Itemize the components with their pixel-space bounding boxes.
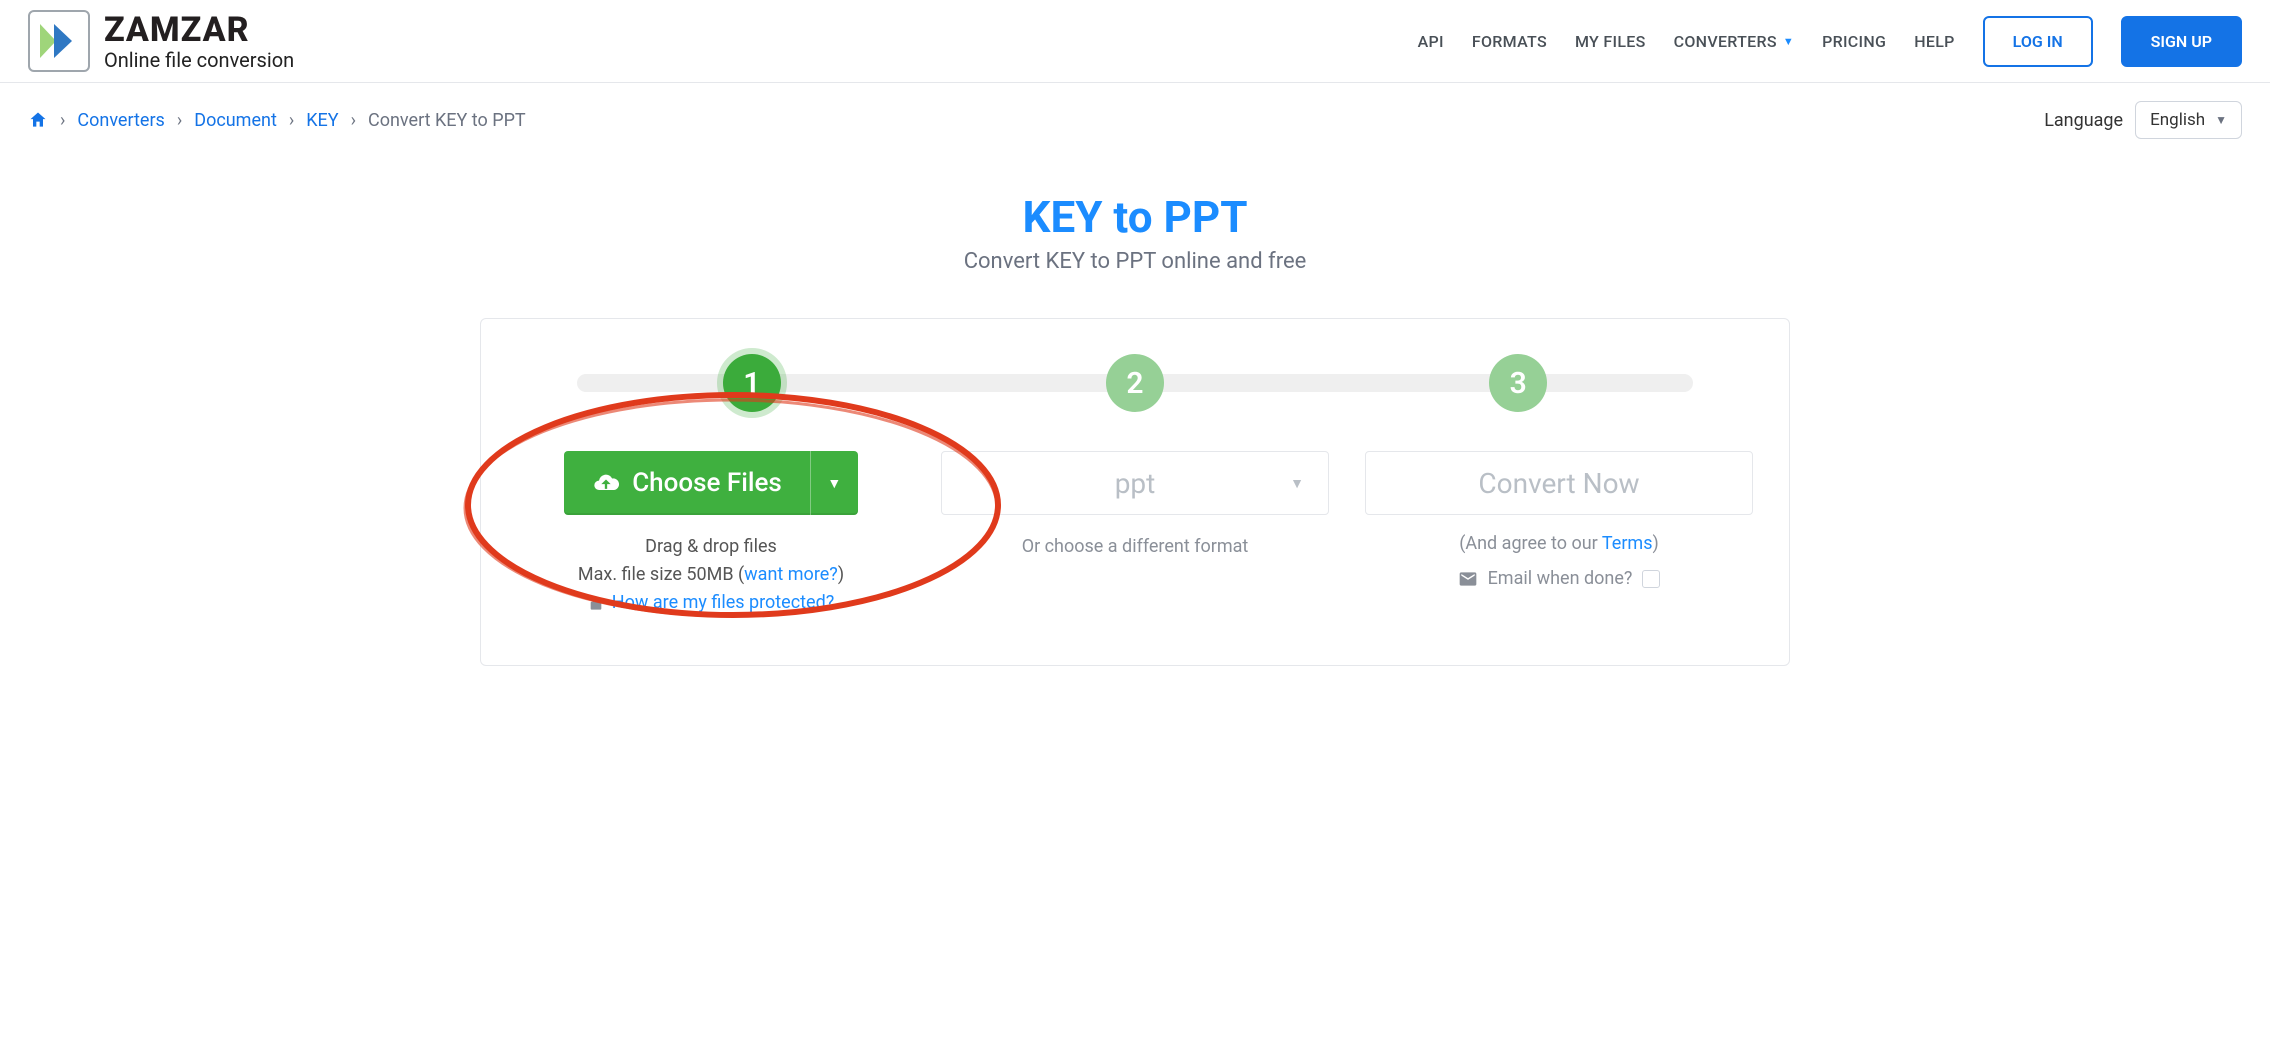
caret-down-icon: ▼: [2215, 113, 2227, 127]
language-dropdown[interactable]: English ▼: [2135, 101, 2242, 139]
terms-link[interactable]: Terms: [1602, 533, 1653, 554]
nav-converters[interactable]: CONVERTERS ▼: [1674, 32, 1794, 51]
terms-line: (And agree to our Terms): [1365, 533, 1753, 554]
header: ZAMZAR™ Online file conversion API FORMA…: [0, 0, 2270, 83]
nav-myfiles[interactable]: MY FILES: [1575, 32, 1646, 51]
login-button[interactable]: LOG IN: [1983, 16, 2093, 67]
language-selector: Language English ▼: [2044, 101, 2242, 139]
mail-icon: [1458, 569, 1478, 589]
brand-subtitle: Online file conversion: [104, 48, 294, 72]
step-1-badge: 1: [723, 354, 781, 412]
chevron-right-icon: ›: [351, 110, 356, 131]
caret-down-icon: ▼: [1783, 35, 1794, 48]
cloud-upload-icon: [592, 469, 620, 497]
step-1-column: Choose Files ▼ Drag & drop files Max. fi…: [517, 451, 905, 617]
format-value: ppt: [1115, 467, 1156, 500]
email-when-done-label: Email when done?: [1488, 568, 1633, 589]
signup-button[interactable]: SIGN UP: [2121, 16, 2242, 67]
chevron-right-icon: ›: [60, 110, 65, 131]
crumb-current: Convert KEY to PPT: [368, 110, 526, 131]
format-select[interactable]: ppt ▼: [941, 451, 1329, 515]
language-label: Language: [2044, 110, 2123, 131]
nav-help[interactable]: HELP: [1914, 32, 1954, 51]
home-icon[interactable]: [28, 110, 48, 130]
crumb-converters[interactable]: Converters: [77, 110, 164, 131]
step-2-column: ppt ▼ Or choose a different format: [941, 451, 1329, 561]
max-size-hint: Max. file size 50MB (want more?): [517, 561, 905, 589]
chevron-right-icon: ›: [177, 110, 182, 131]
hero: KEY to PPT Convert KEY to PPT online and…: [0, 191, 2270, 274]
conversion-card: 1 2 3 Choose Files ▼: [480, 318, 1790, 666]
steps-bar: 1 2 3: [517, 353, 1753, 413]
chevron-right-icon: ›: [289, 110, 294, 131]
crumb-document[interactable]: Document: [194, 110, 277, 131]
step-3-column: Convert Now (And agree to our Terms) Ema…: [1365, 451, 1753, 589]
caret-down-icon: ▼: [1290, 475, 1304, 492]
main-nav: API FORMATS MY FILES CONVERTERS ▼ PRICIN…: [1418, 16, 2242, 67]
page-title: KEY to PPT: [0, 191, 2270, 243]
nav-formats[interactable]: FORMATS: [1472, 32, 1547, 51]
lock-icon: [588, 595, 604, 611]
step-3-badge: 3: [1489, 354, 1547, 412]
want-more-link[interactable]: want more?: [744, 564, 838, 585]
nav-pricing[interactable]: PRICING: [1822, 32, 1886, 51]
choose-files-dropdown[interactable]: ▼: [810, 451, 858, 515]
choose-files-button[interactable]: Choose Files ▼: [564, 451, 858, 515]
logo[interactable]: ZAMZAR™ Online file conversion: [28, 10, 294, 72]
logo-mark-icon: [28, 10, 90, 72]
files-protected-link[interactable]: How are my files protected?: [612, 589, 835, 617]
page-subtitle: Convert KEY to PPT online and free: [0, 249, 2270, 274]
caret-down-icon: ▼: [827, 475, 841, 492]
drag-drop-hint: Drag & drop files: [517, 533, 905, 561]
email-when-done-checkbox[interactable]: [1642, 570, 1660, 588]
breadcrumb: › Converters › Document › KEY › Convert …: [28, 110, 526, 131]
breadcrumb-row: › Converters › Document › KEY › Convert …: [0, 83, 2270, 151]
format-hint: Or choose a different format: [1022, 536, 1249, 557]
brand-name: ZAMZAR™: [104, 10, 294, 50]
nav-api[interactable]: API: [1418, 32, 1444, 51]
step-2-badge: 2: [1106, 354, 1164, 412]
crumb-key[interactable]: KEY: [306, 110, 338, 131]
convert-now-button[interactable]: Convert Now: [1365, 451, 1753, 515]
